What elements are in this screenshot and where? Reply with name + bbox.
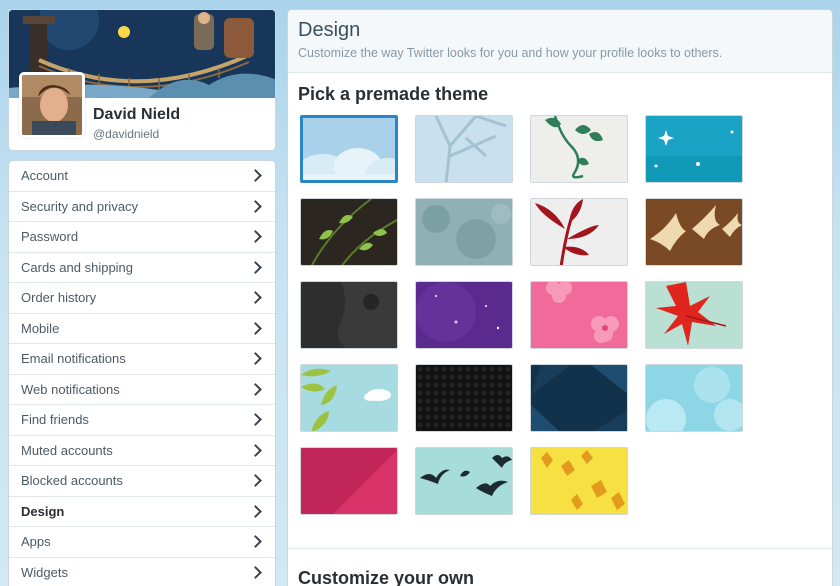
chevron-right-icon	[249, 474, 262, 488]
nav-item-label: Widgets	[21, 564, 68, 580]
theme-swatch-dark-texture[interactable]	[300, 281, 398, 349]
customize-heading: Customize your own	[298, 568, 475, 586]
nav-item-label: Muted accounts	[21, 442, 113, 458]
nav-item-email-notifications[interactable]: Email notifications	[9, 344, 275, 375]
nav-item-label: Blocked accounts	[21, 473, 123, 489]
chevron-right-icon	[249, 504, 262, 518]
chevron-right-icon	[249, 535, 262, 549]
nav-item-label: Order history	[21, 290, 97, 306]
avatar[interactable]	[19, 72, 85, 138]
chevron-right-icon	[249, 199, 262, 213]
theme-swatch-navy-rays[interactable]	[530, 364, 628, 432]
theme-swatch-leaves-sky[interactable]	[300, 364, 398, 432]
chevron-right-icon	[249, 443, 262, 457]
nav-item-widgets[interactable]: Widgets	[9, 558, 275, 586]
chevron-right-icon	[249, 260, 262, 274]
avatar-photo	[22, 75, 82, 135]
theme-swatch-birds-brown[interactable]	[645, 198, 743, 266]
theme-swatch-red-leaf[interactable]	[645, 281, 743, 349]
nav-item-label: Account	[21, 168, 68, 184]
nav-item-apps[interactable]: Apps	[9, 527, 275, 558]
page-title: Design	[298, 19, 361, 41]
nav-item-label: Mobile	[21, 320, 60, 336]
nav-item-password[interactable]: Password	[9, 222, 275, 253]
profile-name[interactable]: David Nield	[93, 106, 180, 124]
chevron-right-icon	[249, 321, 262, 335]
theme-swatch-purple-stars[interactable]	[415, 281, 513, 349]
chevron-right-icon	[249, 291, 262, 305]
theme-swatch-clouds[interactable]	[300, 115, 398, 183]
nav-item-label: Security and privacy	[21, 198, 139, 214]
nav-item-label: Email notifications	[21, 351, 126, 367]
page-subtitle: Customize the way Twitter looks for you …	[298, 46, 723, 60]
theme-swatch-magenta[interactable]	[300, 447, 398, 515]
theme-swatch-texture-teal[interactable]	[415, 198, 513, 266]
nav-item-account[interactable]: Account	[9, 161, 275, 192]
nav-item-cards-and-shipping[interactable]: Cards and shipping	[9, 253, 275, 283]
chevron-right-icon	[249, 413, 262, 427]
chevron-right-icon	[249, 169, 262, 183]
nav-item-find-friends[interactable]: Find friends	[9, 405, 275, 436]
nav-item-label: Find friends	[21, 412, 89, 428]
nav-item-label: Design	[21, 503, 65, 519]
chevron-right-icon	[249, 382, 262, 396]
nav-item-order-history[interactable]: Order history	[9, 283, 275, 314]
section-divider	[288, 548, 832, 549]
settings-nav: Account Security and privacy Password Ca…	[8, 160, 276, 586]
nav-item-design[interactable]: Design	[9, 497, 275, 527]
theme-swatch-red-plant[interactable]	[530, 198, 628, 266]
nav-item-label: Cards and shipping	[21, 259, 134, 275]
nav-item-web-notifications[interactable]: Web notifications	[9, 375, 275, 405]
theme-swatch-green-leaves[interactable]	[300, 198, 398, 266]
panel-header: Design Customize the way Twitter looks f…	[288, 10, 832, 73]
theme-swatch-sparkles[interactable]	[645, 115, 743, 183]
theme-swatch-pink-flowers[interactable]	[530, 281, 628, 349]
design-panel: Design Customize the way Twitter looks f…	[287, 9, 833, 586]
chevron-right-icon	[249, 352, 262, 366]
chevron-right-icon	[249, 230, 262, 244]
profile-card[interactable]: David Nield @davidnield	[8, 9, 276, 151]
theme-swatch-hex-dark[interactable]	[415, 364, 513, 432]
profile-handle: @davidnield	[93, 127, 160, 141]
theme-swatch-vines[interactable]	[530, 115, 628, 183]
theme-swatch-branches[interactable]	[415, 115, 513, 183]
nav-item-label: Web notifications	[21, 381, 120, 397]
theme-swatch-birds-mint[interactable]	[415, 447, 513, 515]
nav-item-label: Apps	[21, 534, 51, 550]
nav-item-mobile[interactable]: Mobile	[9, 314, 275, 344]
theme-swatch-bokeh-blue[interactable]	[645, 364, 743, 432]
nav-item-blocked-accounts[interactable]: Blocked accounts	[9, 466, 275, 497]
chevron-right-icon	[249, 565, 262, 579]
nav-item-security-and-privacy[interactable]: Security and privacy	[9, 192, 275, 222]
theme-swatch-yellow-leaves[interactable]	[530, 447, 628, 515]
nav-item-label: Password	[21, 229, 79, 245]
premade-theme-heading: Pick a premade theme	[298, 84, 489, 104]
nav-item-muted-accounts[interactable]: Muted accounts	[9, 436, 275, 466]
